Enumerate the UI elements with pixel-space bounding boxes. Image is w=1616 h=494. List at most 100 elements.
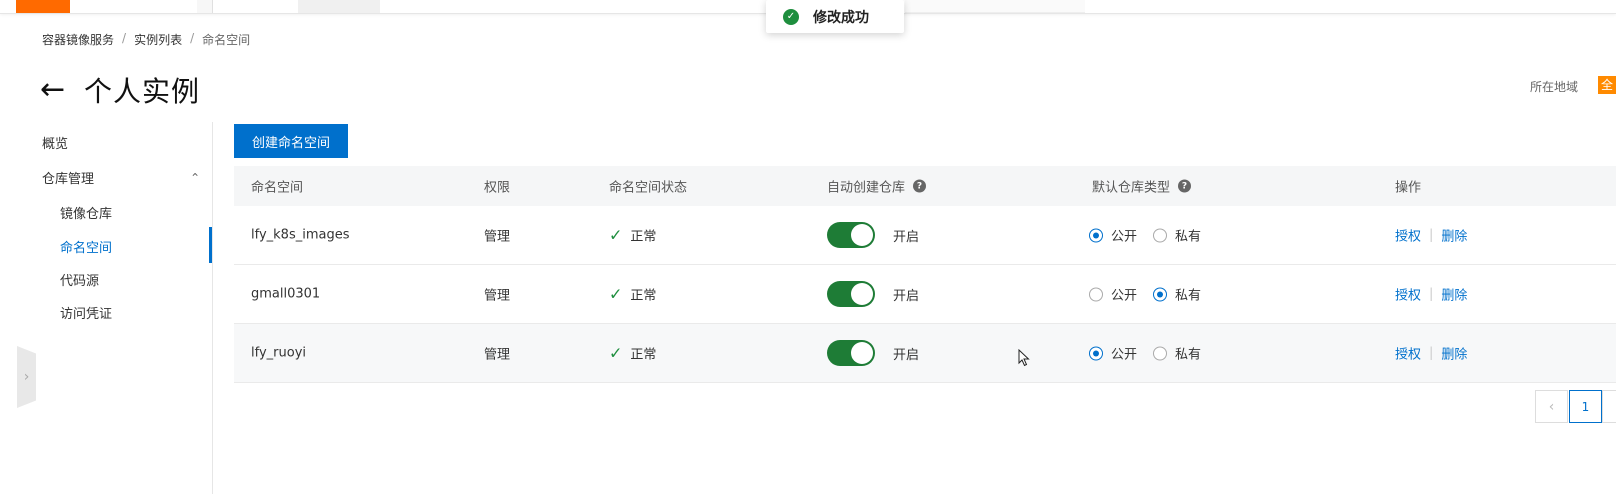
delete-link[interactable]: 删除	[1441, 344, 1467, 363]
region-label: 所在地域	[1530, 80, 1579, 94]
actions-cell: 授权 | 删除	[1395, 226, 1467, 245]
authorize-link[interactable]: 授权	[1395, 226, 1421, 245]
radio-label-private: 私有	[1175, 347, 1202, 363]
column-header-actions: 操作	[1395, 180, 1422, 196]
default-type-cell: 公开 私有	[1089, 285, 1217, 304]
radio-public[interactable]	[1089, 228, 1103, 242]
create-namespace-button[interactable]: 创建命名空间	[234, 124, 348, 158]
mouse-cursor-icon	[1018, 349, 1030, 367]
column-header-auto-create: 自动创建仓库 ?	[827, 177, 927, 196]
prev-page-button[interactable]: ‹	[1535, 390, 1568, 423]
status-value: 正常	[630, 288, 657, 304]
column-header-default-type: 默认仓库类型 ?	[1092, 177, 1192, 196]
delete-link[interactable]: 删除	[1441, 285, 1467, 304]
default-type-cell: 公开 私有	[1089, 226, 1217, 245]
radio-label-private: 私有	[1175, 288, 1202, 304]
column-header-permission: 权限	[484, 180, 511, 196]
table-row: gmall0301 管理 ✓ 正常 开启 公开 私有 授权 | 删除	[234, 265, 1616, 324]
help-icon[interactable]: ?	[913, 179, 927, 193]
auto-create-label: 开启	[893, 347, 920, 363]
breadcrumb-item[interactable]: 实例列表	[134, 31, 182, 48]
action-separator: |	[1429, 286, 1434, 302]
delete-link[interactable]: 删除	[1441, 226, 1467, 245]
permission-value: 管理	[484, 229, 511, 245]
auto-create-toggle[interactable]	[827, 281, 875, 307]
page-number-current[interactable]: 1	[1569, 390, 1602, 423]
actions-cell: 授权 | 删除	[1395, 285, 1467, 304]
actions-cell: 授权 | 删除	[1395, 344, 1467, 363]
pagination: ‹ 1 ›	[1535, 390, 1616, 423]
check-icon: ✓	[609, 225, 623, 245]
radio-public[interactable]	[1089, 346, 1103, 360]
radio-label-public: 公开	[1111, 347, 1138, 363]
authorize-link[interactable]: 授权	[1395, 285, 1421, 304]
radio-private[interactable]	[1153, 228, 1168, 242]
radio-private[interactable]	[1153, 346, 1168, 360]
table-row: lfy_ruoyi 管理 ✓ 正常 开启 公开 私有 授权 | 删除	[234, 324, 1616, 383]
permission-value: 管理	[484, 347, 511, 363]
top-nav-search[interactable]	[905, 0, 1085, 13]
chevron-up-icon[interactable]: ⌄	[190, 170, 200, 184]
action-separator: |	[1429, 227, 1434, 243]
radio-label-public: 公开	[1111, 229, 1138, 245]
console-logo[interactable]	[16, 0, 70, 13]
auto-create-toggle[interactable]	[827, 222, 875, 248]
sidebar-item-overview[interactable]: 概览	[42, 133, 68, 152]
namespace-name: lfy_ruoyi	[251, 345, 306, 361]
success-check-icon: ✓	[783, 8, 799, 25]
radio-public[interactable]	[1089, 287, 1103, 301]
next-page-button[interactable]: ›	[1602, 390, 1616, 423]
region-selector[interactable]: 全	[1598, 76, 1616, 94]
status-cell: ✓ 正常	[609, 285, 656, 304]
auto-create-toggle[interactable]	[827, 340, 875, 366]
sidebar-item-namespace[interactable]: 命名空间	[60, 237, 112, 256]
top-nav-tab[interactable]	[197, 0, 213, 13]
success-toast: ✓ 修改成功	[766, 0, 904, 33]
sidebar-active-indicator	[209, 227, 212, 263]
toast-message: 修改成功	[813, 9, 869, 26]
page-header: ← 个人实例	[40, 70, 200, 110]
top-nav-tab[interactable]	[298, 0, 380, 13]
status-value: 正常	[630, 347, 657, 363]
column-header-namespace: 命名空间	[251, 180, 304, 196]
table-row: lfy_k8s_images 管理 ✓ 正常 开启 公开 私有 授权 | 删除	[234, 206, 1616, 265]
arrow-left-icon[interactable]: ←	[40, 75, 70, 105]
action-separator: |	[1429, 345, 1434, 361]
check-icon: ✓	[609, 343, 623, 363]
namespace-name: gmall0301	[251, 286, 321, 302]
column-header-auto-create-label: 自动创建仓库	[827, 180, 906, 196]
authorize-link[interactable]: 授权	[1395, 344, 1421, 363]
status-value: 正常	[630, 229, 657, 245]
check-icon: ✓	[609, 284, 623, 304]
radio-label-private: 私有	[1175, 229, 1202, 245]
auto-create-cell: 开启	[827, 281, 919, 307]
breadcrumb-separator: /	[122, 31, 127, 45]
column-header-default-type-label: 默认仓库类型	[1092, 180, 1171, 196]
status-cell: ✓ 正常	[609, 344, 656, 363]
radio-label-public: 公开	[1111, 288, 1138, 304]
auto-create-label: 开启	[893, 288, 920, 304]
auto-create-label: 开启	[893, 229, 920, 245]
breadcrumb-item[interactable]: 容器镜像服务	[42, 31, 114, 48]
breadcrumb: 容器镜像服务 / 实例列表 / 命名空间	[42, 31, 250, 48]
auto-create-cell: 开启	[827, 222, 919, 248]
namespace-name: lfy_k8s_images	[251, 227, 350, 243]
permission-value: 管理	[484, 288, 511, 304]
default-type-cell: 公开 私有	[1089, 344, 1217, 363]
sidebar-item-access-credential[interactable]: 访问凭证	[60, 303, 112, 322]
help-icon[interactable]: ?	[1178, 179, 1192, 193]
column-header-status: 命名空间状态	[609, 180, 688, 196]
sidebar-item-repo-management[interactable]: 仓库管理	[42, 168, 94, 187]
breadcrumb-current: 命名空间	[202, 33, 251, 47]
sidebar-item-image-repo[interactable]: 镜像仓库	[60, 203, 112, 222]
radio-private[interactable]	[1153, 287, 1168, 301]
sidebar-item-code-source[interactable]: 代码源	[60, 270, 99, 289]
sidebar-collapse-handle[interactable]: ›	[17, 346, 36, 408]
table-header: 命名空间 权限 命名空间状态 自动创建仓库 ? 默认仓库类型 ? 操作	[234, 166, 1616, 206]
breadcrumb-separator: /	[190, 31, 195, 45]
namespace-table: 命名空间 权限 命名空间状态 自动创建仓库 ? 默认仓库类型 ? 操作 lfy_…	[234, 166, 1616, 383]
page-title: 个人实例	[84, 75, 201, 108]
auto-create-cell: 开启	[827, 340, 919, 366]
status-cell: ✓ 正常	[609, 226, 656, 245]
chevron-right-icon: ›	[23, 369, 30, 385]
